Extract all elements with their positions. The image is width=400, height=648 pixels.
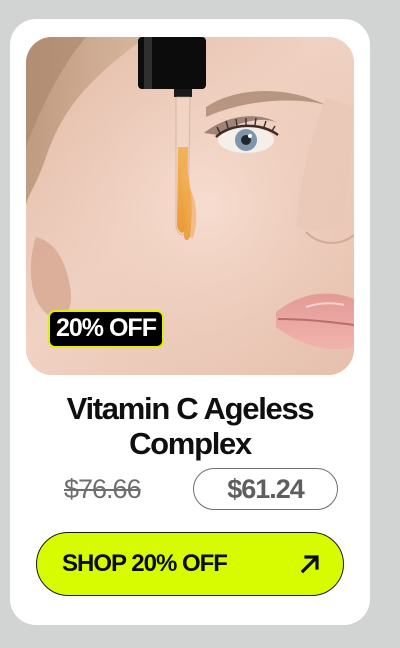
shop-discount-button[interactable]: SHOP 20% OFF xyxy=(36,532,344,596)
product-title[interactable]: Vitamin C Ageless Complex xyxy=(20,391,360,461)
product-image[interactable]: 20% OFF xyxy=(26,37,354,375)
shop-button-label: SHOP 20% OFF xyxy=(62,550,228,577)
sale-price: $61.24 xyxy=(193,468,338,510)
arrow-up-right-icon xyxy=(299,553,321,575)
price-row: $76.66 $61.24 xyxy=(10,468,370,514)
product-card[interactable]: 20% OFF Vitamin C Ageless Complex $76.66… xyxy=(10,19,370,625)
original-price: $76.66 xyxy=(64,474,142,504)
discount-badge: 20% OFF xyxy=(48,310,164,348)
